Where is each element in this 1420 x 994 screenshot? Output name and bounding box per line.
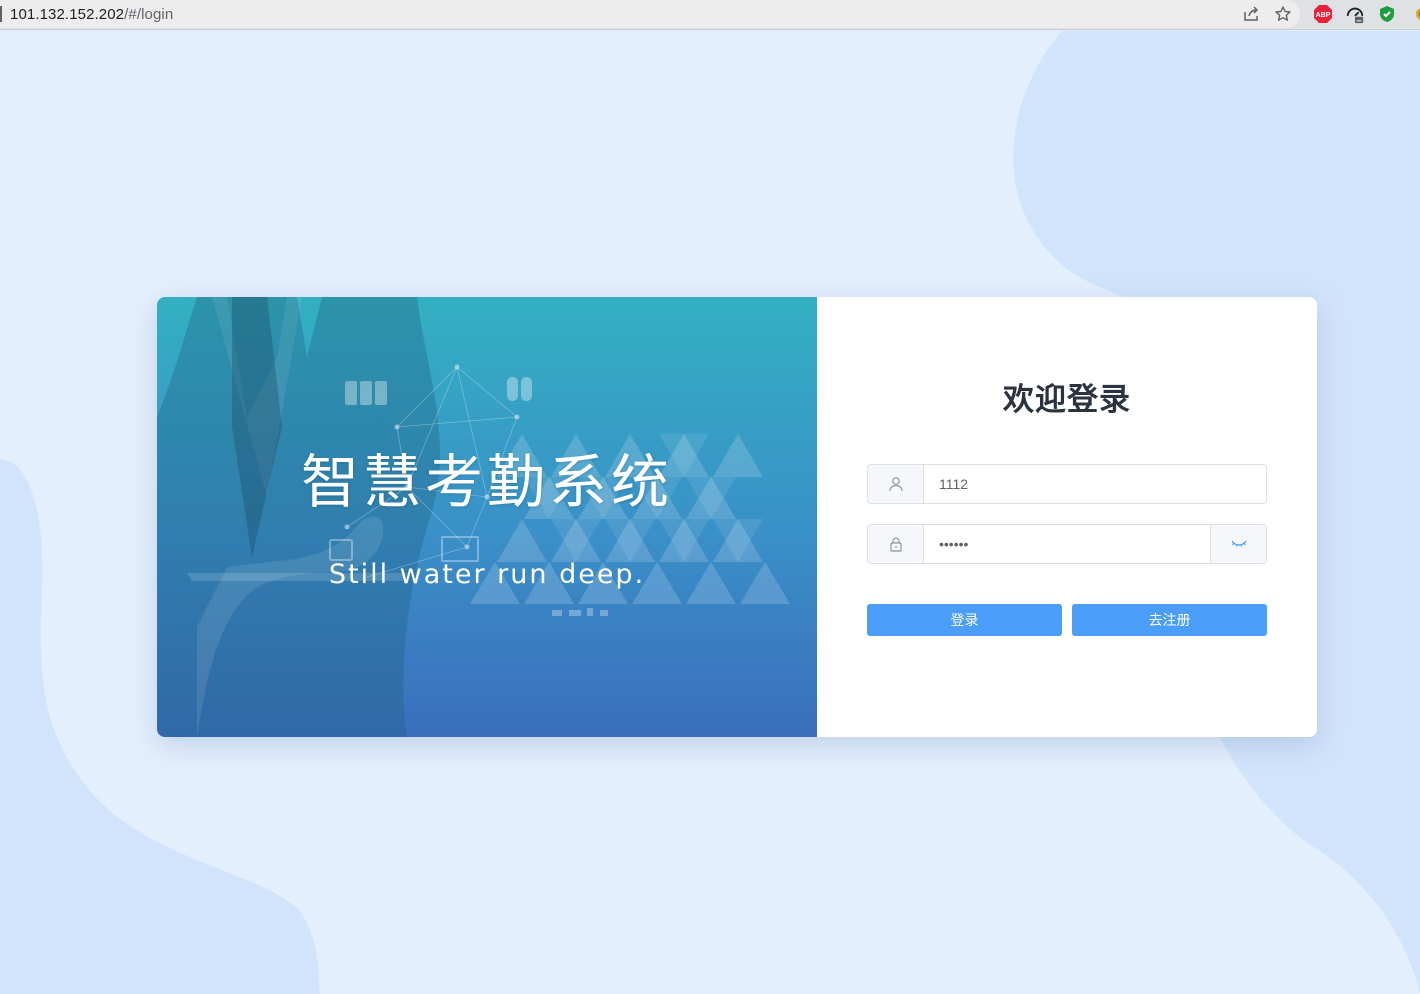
shield-check-icon[interactable] — [1377, 4, 1397, 24]
share-icon[interactable] — [1241, 4, 1261, 24]
login-title: 欢迎登录 — [1003, 382, 1131, 417]
password-input[interactable] — [924, 525, 1210, 563]
lock-icon — [868, 525, 924, 563]
hero-subtitle: Still water run deep. — [328, 559, 646, 590]
extension-icon[interactable] — [1408, 4, 1420, 24]
username-input[interactable] — [924, 465, 1266, 503]
hero-title: 智慧考勤系统 — [300, 448, 673, 516]
password-visibility-toggle[interactable] — [1210, 525, 1266, 563]
url-host: 101.132.152.202 — [10, 6, 125, 23]
browser-toolbar: 101.132.152.202/#/login ABP — [0, 0, 1420, 30]
register-button[interactable]: 去注册 — [1072, 604, 1267, 636]
adblock-plus-icon[interactable]: ABP — [1313, 4, 1333, 24]
speed-gauge-icon[interactable] — [1345, 4, 1365, 24]
login-button[interactable]: 登录 — [867, 604, 1062, 636]
username-field — [867, 464, 1267, 504]
bookmark-star-icon[interactable] — [1273, 4, 1293, 24]
hero-panel: 智慧考勤系统 Still water run deep. — [157, 297, 817, 737]
eye-closed-icon — [1231, 540, 1246, 547]
address-bar-edge — [0, 6, 2, 22]
user-icon — [868, 465, 924, 503]
abp-label: ABP — [1316, 12, 1331, 19]
url-path: /#/login — [124, 6, 174, 23]
address-bar[interactable]: 101.132.152.202/#/login — [0, 0, 1300, 28]
login-form: 欢迎登录 登录 去注册 — [817, 297, 1317, 737]
password-field — [867, 524, 1267, 564]
url-text[interactable]: 101.132.152.202/#/login — [10, 6, 173, 23]
login-card: 智慧考勤系统 Still water run deep. 欢迎登录 登录 去注册 — [157, 297, 1317, 737]
